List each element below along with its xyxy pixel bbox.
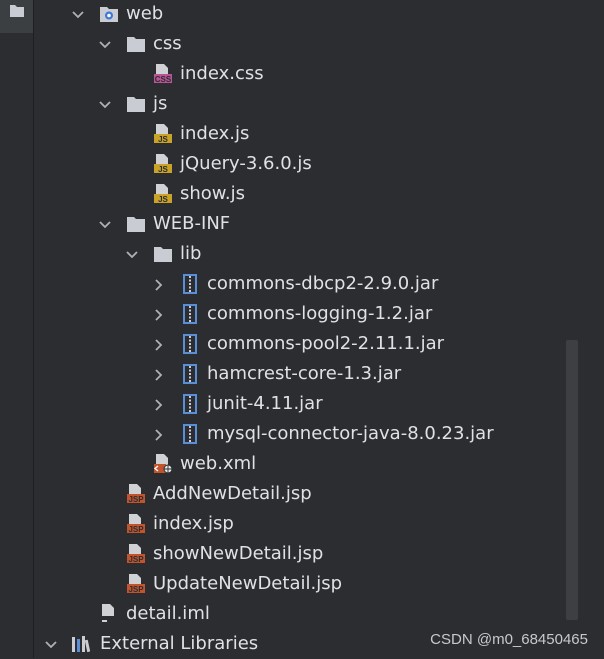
scroll-track (578, 0, 604, 658)
jar-library-icon (180, 393, 200, 415)
tree-node-label: WEB-INF (153, 213, 231, 234)
tree-node-web-inf[interactable]: WEB-INF (34, 209, 578, 239)
tree-node-label: js (153, 93, 168, 114)
jsp-file-icon: JSP (126, 543, 146, 565)
tree-node-label: index.js (180, 123, 250, 144)
vertical-scrollbar[interactable] (566, 340, 578, 620)
jsp-file-icon: JSP (126, 573, 146, 595)
svg-text:CSS: CSS (155, 75, 172, 84)
tree-node-label: commons-dbcp2-2.9.0.jar (207, 273, 439, 294)
tree-node-jquery-3-6-0-js[interactable]: JS jQuery-3.6.0.js (34, 149, 578, 179)
svg-text:JS: JS (158, 195, 168, 204)
tree-node-web-xml[interactable]: web.xml (34, 449, 578, 479)
jar-library-icon (180, 363, 200, 385)
tree-node-web[interactable]: web (34, 0, 578, 29)
chevron-right-icon[interactable] (152, 397, 166, 411)
tree-node-label: index.jsp (153, 513, 234, 534)
chevron-down-icon[interactable] (44, 637, 58, 651)
svg-text:JSP: JSP (128, 495, 144, 504)
jar-library-icon (180, 333, 200, 355)
folder-icon (153, 243, 173, 265)
chevron-right-icon[interactable] (152, 427, 166, 441)
tree-node-lib[interactable]: lib (34, 239, 578, 269)
tree-node-addnewdetail-jsp[interactable]: JSP AddNewDetail.jsp (34, 479, 578, 509)
tree-node-label: web (126, 3, 164, 24)
tree-node-label: css (153, 33, 182, 54)
js-file-icon: JS (153, 123, 173, 145)
tree-node-label: lib (180, 243, 202, 264)
folder-icon (126, 93, 146, 115)
watermark: CSDN @m0_68450465 (430, 631, 588, 648)
tree-node-index-jsp[interactable]: JSP index.jsp (34, 509, 578, 539)
tree-node-js[interactable]: js (34, 89, 578, 119)
tree-node-commons-pool2-2-11-1-jar[interactable]: commons-pool2-2.11.1.jar (34, 329, 578, 359)
jar-library-icon (180, 303, 200, 325)
tree-node-label: web.xml (180, 453, 257, 474)
tree-node-css[interactable]: css (34, 29, 578, 59)
jsp-file-icon: JSP (126, 513, 146, 535)
tree-node-junit-4-11-jar[interactable]: junit-4.11.jar (34, 389, 578, 419)
folder-icon (10, 5, 24, 17)
web-folder-icon (99, 3, 119, 25)
jar-library-icon (180, 273, 200, 295)
tree-node-label: commons-pool2-2.11.1.jar (207, 333, 445, 354)
js-file-icon: JS (153, 183, 173, 205)
tree-node-label: hamcrest-core-1.3.jar (207, 363, 402, 384)
folder-icon (126, 213, 146, 235)
jsp-file-icon: JSP (126, 483, 146, 505)
iml-file-icon (99, 603, 119, 625)
tree-node-label: UpdateNewDetail.jsp (153, 573, 342, 594)
tree-node-mysql-connector-java-8-0-23-jar[interactable]: mysql-connector-java-8.0.23.jar (34, 419, 578, 449)
svg-text:JSP: JSP (128, 585, 144, 594)
project-tree[interactable]: web css CSS index.css js JS index.js JS jQuery-3… (34, 0, 578, 658)
tree-node-shownewdetail-jsp[interactable]: JSP showNewDetail.jsp (34, 539, 578, 569)
jar-library-icon (180, 423, 200, 445)
tree-node-detail-iml[interactable]: detail.iml (34, 599, 578, 629)
tree-node-label: commons-logging-1.2.jar (207, 303, 433, 324)
svg-text:JS: JS (158, 165, 168, 174)
tree-node-commons-dbcp2-2-9-0-jar[interactable]: commons-dbcp2-2.9.0.jar (34, 269, 578, 299)
tree-node-commons-logging-1-2-jar[interactable]: commons-logging-1.2.jar (34, 299, 578, 329)
tree-node-label: External Libraries (100, 633, 259, 654)
tree-node-label: mysql-connector-java-8.0.23.jar (207, 423, 494, 444)
xml-file-icon (153, 453, 173, 475)
chevron-down-icon[interactable] (125, 247, 139, 261)
tree-node-show-js[interactable]: JS show.js (34, 179, 578, 209)
folder-icon (126, 33, 146, 55)
chevron-right-icon[interactable] (152, 367, 166, 381)
tree-node-label: jQuery-3.6.0.js (180, 153, 312, 174)
tree-node-label: junit-4.11.jar (207, 393, 323, 414)
chevron-right-icon[interactable] (152, 277, 166, 291)
tree-node-updatenewdetail-jsp[interactable]: JSP UpdateNewDetail.jsp (34, 569, 578, 599)
tree-node-label: showNewDetail.jsp (153, 543, 324, 564)
tree-node-index-css[interactable]: CSS index.css (34, 59, 578, 89)
chevron-right-icon[interactable] (152, 337, 166, 351)
tree-node-label: index.css (180, 63, 264, 84)
chevron-down-icon[interactable] (98, 37, 112, 51)
libraries-icon (70, 633, 91, 655)
chevron-down-icon[interactable] (98, 217, 112, 231)
chevron-down-icon[interactable] (98, 97, 112, 111)
project-tool-button[interactable] (0, 0, 33, 33)
css-file-icon: CSS (153, 63, 173, 85)
svg-text:JSP: JSP (128, 525, 144, 534)
tree-node-label: detail.iml (126, 603, 210, 624)
tool-window-strip (0, 0, 34, 658)
svg-text:JS: JS (158, 135, 168, 144)
tree-node-hamcrest-core-1-3-jar[interactable]: hamcrest-core-1.3.jar (34, 359, 578, 389)
chevron-right-icon[interactable] (152, 307, 166, 321)
svg-text:JSP: JSP (128, 555, 144, 564)
tree-node-label: AddNewDetail.jsp (153, 483, 312, 504)
chevron-down-icon[interactable] (71, 7, 85, 21)
js-file-icon: JS (153, 153, 173, 175)
tree-node-index-js[interactable]: JS index.js (34, 119, 578, 149)
tree-node-label: show.js (180, 183, 245, 204)
